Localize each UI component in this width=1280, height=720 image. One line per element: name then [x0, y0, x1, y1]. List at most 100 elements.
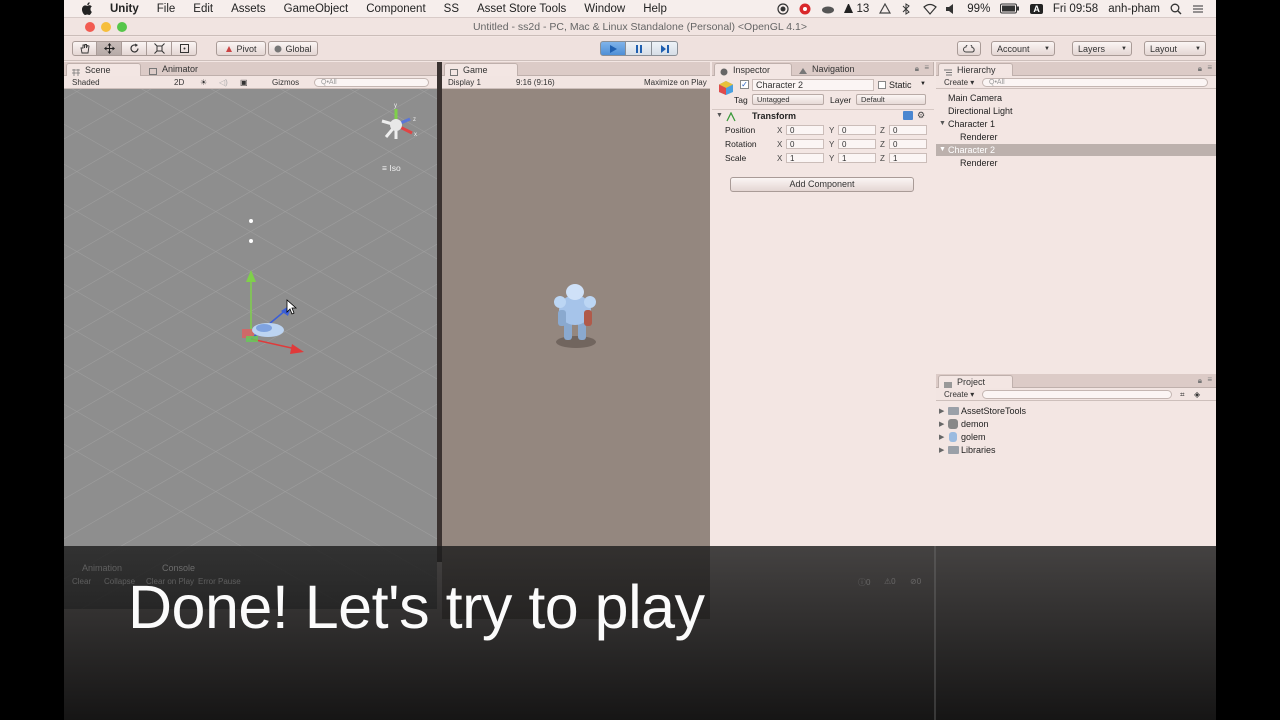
- position-x-field[interactable]: 0: [786, 125, 824, 135]
- maximize-on-play-toggle[interactable]: Maximize on Play: [644, 77, 707, 88]
- warning-count-badge[interactable]: ⚠0: [884, 577, 896, 586]
- effects-dropdown-icon[interactable]: ▣: [240, 77, 248, 88]
- user-name[interactable]: anh-pham: [1108, 3, 1160, 15]
- console-clear-button[interactable]: Clear: [72, 577, 91, 586]
- tab-game[interactable]: Game: [444, 63, 518, 76]
- audio-toggle-icon[interactable]: ◁): [219, 77, 228, 88]
- panel-menu-icon[interactable]: ≡: [924, 63, 929, 72]
- menu-ss[interactable]: SS: [444, 3, 459, 15]
- tree-item-directional-light[interactable]: Directional Light: [948, 106, 1013, 116]
- tab-animator[interactable]: Animator: [144, 63, 219, 76]
- account-dropdown[interactable]: Account ▼: [991, 41, 1055, 56]
- tab-hierarchy[interactable]: Hierarchy: [938, 63, 1013, 76]
- lock-icon[interactable]: 🔒︎: [1198, 376, 1202, 386]
- notification-center-icon[interactable]: [1192, 3, 1204, 15]
- display-dropdown[interactable]: Display 1: [448, 77, 481, 88]
- hand-tool-button[interactable]: [72, 41, 97, 56]
- tree-item-character-1[interactable]: Character 1: [948, 119, 995, 129]
- filter-by-type-icon[interactable]: ⌗: [1180, 389, 1185, 400]
- transform-header[interactable]: ▼ Transform ⚙: [712, 109, 934, 122]
- battery-icon[interactable]: [1000, 3, 1020, 15]
- pivot-toggle[interactable]: Pivot: [216, 41, 266, 56]
- orientation-gizmo-icon[interactable]: y z x: [372, 99, 422, 149]
- tab-animation[interactable]: Animation: [82, 563, 122, 573]
- mode-2d-toggle[interactable]: 2D: [174, 77, 184, 88]
- scale-tool-button[interactable]: [147, 41, 172, 56]
- scale-x-field[interactable]: 1: [786, 153, 824, 163]
- project-item-libraries[interactable]: Libraries: [961, 445, 996, 455]
- global-toggle[interactable]: Global: [268, 41, 318, 56]
- menu-assets[interactable]: Assets: [231, 3, 266, 15]
- step-button[interactable]: [652, 41, 678, 56]
- foldout-arrow-icon[interactable]: ▼: [939, 120, 946, 127]
- menu-edit[interactable]: Edit: [193, 3, 213, 15]
- tree-item-character-2[interactable]: Character 2: [948, 145, 995, 155]
- project-search-input[interactable]: [982, 390, 1172, 399]
- tree-item-renderer-2[interactable]: Renderer: [960, 158, 998, 168]
- menu-component[interactable]: Component: [366, 3, 425, 15]
- bluetooth-icon[interactable]: [901, 2, 913, 15]
- collab-cloud-button[interactable]: [957, 41, 981, 56]
- play-button[interactable]: [600, 41, 626, 56]
- layers-dropdown[interactable]: Layers ▼: [1072, 41, 1132, 56]
- rotation-y-field[interactable]: 0: [838, 139, 876, 149]
- error-count-badge[interactable]: ⊘0: [910, 577, 921, 586]
- position-y-field[interactable]: 0: [838, 125, 876, 135]
- volume-icon[interactable]: [945, 3, 957, 15]
- move-gizmo[interactable]: [224, 264, 314, 364]
- record-icon[interactable]: [777, 2, 790, 15]
- lock-icon[interactable]: 🔒︎: [1198, 64, 1202, 74]
- tab-inspector[interactable]: Inspector: [714, 63, 792, 76]
- add-component-button[interactable]: Add Component: [730, 177, 914, 192]
- layer-dropdown[interactable]: Default: [856, 94, 926, 105]
- aspect-dropdown[interactable]: 9:16 (9:16): [516, 77, 555, 88]
- help-book-icon[interactable]: [903, 111, 913, 120]
- menu-asset-store-tools[interactable]: Asset Store Tools: [477, 3, 566, 15]
- tree-item-main-camera[interactable]: Main Camera: [948, 93, 1002, 103]
- clock[interactable]: Fri 09:58: [1053, 3, 1098, 15]
- lock-icon[interactable]: 🔒︎: [915, 64, 919, 74]
- filter-by-label-icon[interactable]: ◈: [1194, 389, 1200, 400]
- menu-file[interactable]: File: [157, 3, 176, 15]
- panel-menu-icon[interactable]: ≡: [1207, 375, 1212, 384]
- position-z-field[interactable]: 0: [889, 125, 927, 135]
- layout-dropdown[interactable]: Layout ▼: [1144, 41, 1206, 56]
- scene-search-input[interactable]: Q•All: [314, 78, 429, 87]
- pause-button[interactable]: [626, 41, 652, 56]
- wifi-icon[interactable]: [923, 3, 938, 15]
- adobe-badge[interactable]: 13: [843, 3, 869, 15]
- info-count-badge[interactable]: ⓘ0: [858, 577, 870, 588]
- gizmos-dropdown[interactable]: Gizmos: [272, 77, 299, 88]
- rect-tool-button[interactable]: [172, 41, 197, 56]
- expand-arrow-icon[interactable]: ▶: [939, 446, 944, 454]
- object-name-field[interactable]: Character 2: [752, 79, 874, 91]
- tab-project[interactable]: Project: [938, 375, 1013, 388]
- shading-mode-dropdown[interactable]: Shaded: [72, 77, 100, 88]
- menu-unity[interactable]: Unity: [110, 3, 139, 15]
- apple-menu-icon[interactable]: [80, 2, 94, 16]
- expand-arrow-icon[interactable]: ▶: [939, 420, 944, 428]
- menu-help[interactable]: Help: [643, 3, 667, 15]
- rotation-x-field[interactable]: 0: [786, 139, 824, 149]
- move-tool-button[interactable]: [97, 41, 122, 56]
- project-create-dropdown[interactable]: Create ▾: [944, 389, 974, 400]
- red-app-icon[interactable]: [799, 3, 811, 15]
- static-dropdown-icon[interactable]: ▼: [920, 81, 926, 87]
- menu-window[interactable]: Window: [584, 3, 625, 15]
- project-item-assetstoretools[interactable]: AssetStoreTools: [961, 406, 1026, 416]
- expand-arrow-icon[interactable]: ▶: [939, 407, 944, 415]
- rotation-z-field[interactable]: 0: [889, 139, 927, 149]
- panel-menu-icon[interactable]: ≡: [1207, 63, 1212, 72]
- tab-navigation[interactable]: Navigation: [794, 63, 874, 76]
- tag-dropdown[interactable]: Untagged: [752, 94, 824, 105]
- project-item-golem[interactable]: golem: [961, 432, 986, 442]
- projection-iso-label[interactable]: ≡ Iso: [382, 163, 401, 173]
- menu-gameobject[interactable]: GameObject: [284, 3, 349, 15]
- scale-z-field[interactable]: 1: [889, 153, 927, 163]
- scene-viewport[interactable]: y z x ≡ Iso: [64, 89, 437, 609]
- spotlight-search-icon[interactable]: [1170, 3, 1182, 15]
- vpn-icon[interactable]: [879, 2, 892, 15]
- hierarchy-search-input[interactable]: Q•All: [982, 78, 1208, 87]
- input-source-icon[interactable]: A: [1030, 3, 1043, 14]
- foldout-arrow-icon[interactable]: ▼: [939, 146, 946, 153]
